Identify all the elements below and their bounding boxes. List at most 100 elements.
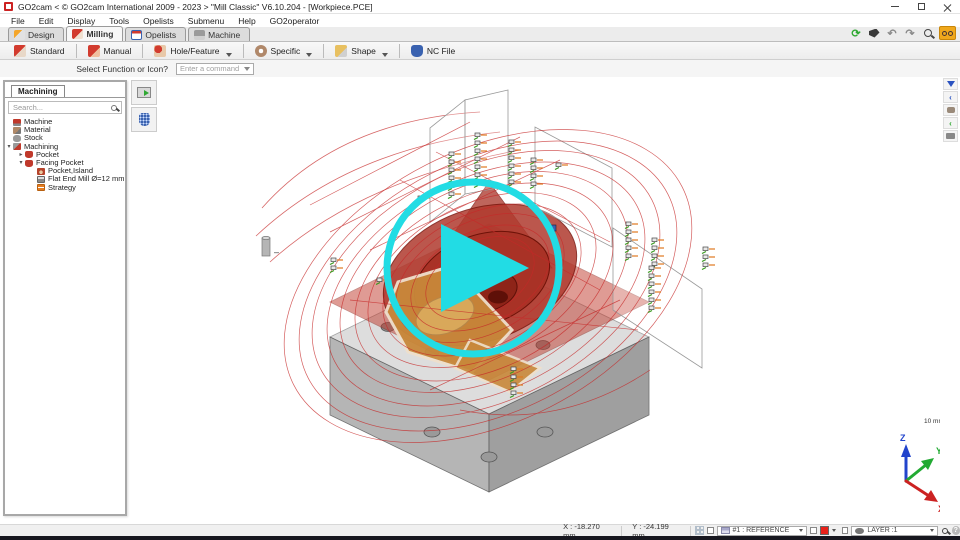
- right-toolbar: ‹ ‹: [943, 78, 958, 142]
- chevron-down-icon: [832, 529, 836, 532]
- menu-bar: File Edit Display Tools Opelists Submenu…: [0, 14, 960, 27]
- maximize-button[interactable]: [908, 0, 934, 13]
- chevron-down-icon: [244, 67, 250, 71]
- command-prompt-label: Select Function or Icon?: [0, 64, 168, 74]
- material-node-icon: [13, 127, 21, 134]
- chevron-down-icon: [306, 53, 312, 57]
- standard-label: Standard: [30, 46, 65, 56]
- nc-file-icon: [411, 45, 423, 57]
- search-input[interactable]: Search...: [8, 101, 122, 114]
- tool-cylinder: [262, 236, 279, 256]
- status-bar: X : -18.270 mm Y : -24.199 mm #1 : REFER…: [0, 524, 960, 536]
- shape-label: Shape: [351, 46, 376, 56]
- axis-x-label: X: [938, 504, 940, 514]
- collapse-green-button[interactable]: ‹: [943, 117, 958, 129]
- tree-item-stock[interactable]: Stock: [5, 134, 125, 142]
- close-button[interactable]: [934, 0, 960, 13]
- minimize-icon: [891, 6, 899, 7]
- viewport-3d[interactable]: 10 mm Z Y X: [127, 77, 940, 524]
- opelists-icon: [131, 30, 142, 40]
- go2cam-window: GO2cam < © GO2cam International 2009 - 2…: [0, 0, 960, 540]
- tool-small-button[interactable]: [943, 104, 958, 116]
- color-swatch[interactable]: [820, 526, 829, 535]
- axis-z-label: Z: [900, 433, 906, 443]
- flat-end-mill-node-icon: [37, 176, 45, 183]
- tree-item-machine[interactable]: Machine: [5, 118, 125, 126]
- specific-button[interactable]: Specific: [245, 43, 323, 59]
- menu-go2operator[interactable]: GO2operator: [263, 14, 327, 27]
- tab-opelists[interactable]: Opelists: [125, 27, 186, 41]
- close-icon: [943, 3, 951, 11]
- machining-panel-tab[interactable]: Machining: [11, 85, 65, 97]
- reference-dropdown[interactable]: #1 : REFERENCE: [717, 526, 808, 536]
- machining-node-icon: [13, 143, 21, 150]
- capture-button[interactable]: [943, 130, 958, 142]
- tab-milling[interactable]: Milling: [66, 26, 123, 41]
- title-bar: GO2cam < © GO2cam International 2009 - 2…: [0, 0, 960, 14]
- tree-item-material[interactable]: Material: [5, 126, 125, 134]
- layer-checkbox[interactable]: [842, 527, 849, 534]
- tab-design[interactable]: Design: [8, 27, 64, 41]
- reference-checkbox[interactable]: [707, 527, 714, 534]
- specific-icon: [255, 45, 267, 57]
- scale-label: 10 mm: [924, 418, 940, 425]
- tree-item-machining[interactable]: ▾ Machining: [5, 143, 125, 151]
- pocket-node-icon: [25, 151, 33, 158]
- chevron-down-icon: [226, 53, 232, 57]
- manual-label: Manual: [104, 46, 132, 56]
- tree-item-strategy[interactable]: Strategy: [5, 184, 125, 192]
- menu-submenu[interactable]: Submenu: [181, 14, 231, 27]
- command-bar: Select Function or Icon? Enter a command: [0, 60, 960, 77]
- chevron-down-icon: [799, 529, 803, 532]
- facing-pocket-node-icon: [25, 160, 33, 167]
- view-toolbar-row1: ⟳ ↶ ↷: [849, 26, 956, 40]
- scale-ruler: 10 mm: [924, 403, 940, 426]
- pocket-island-node-icon: [37, 168, 45, 175]
- simulation-play-button[interactable]: [131, 80, 157, 105]
- reference-icon: [721, 527, 730, 534]
- tab-machine[interactable]: Machine: [188, 27, 250, 41]
- chevron-down-icon: [930, 529, 934, 532]
- tab-machine-label: Machine: [208, 30, 240, 40]
- zoom-icon[interactable]: [921, 27, 935, 40]
- refresh-icon[interactable]: ⟳: [849, 27, 863, 40]
- filter-button[interactable]: [943, 78, 958, 90]
- redo-icon[interactable]: ↷: [903, 27, 917, 40]
- machine-play-icon: [137, 87, 151, 98]
- color-checkbox[interactable]: [810, 527, 817, 534]
- command-placeholder: Enter a command: [180, 64, 239, 73]
- shape-button[interactable]: Shape: [325, 43, 398, 59]
- tool-view-button[interactable]: [131, 107, 157, 132]
- machine-node-icon: [13, 119, 21, 126]
- snap-grid-icon[interactable]: [695, 526, 703, 535]
- nc-file-button[interactable]: NC File: [401, 43, 465, 59]
- hole-feature-label: Hole/Feature: [170, 46, 219, 56]
- specific-label: Specific: [271, 46, 301, 56]
- go2view-glasses-icon[interactable]: [939, 26, 956, 40]
- menu-help[interactable]: Help: [231, 14, 262, 27]
- shape-icon: [335, 45, 347, 57]
- machining-panel: Machining Search... Machine Material Sto…: [3, 80, 127, 516]
- undo-icon[interactable]: ↶: [885, 27, 899, 40]
- menu-opelists[interactable]: Opelists: [136, 14, 181, 27]
- manual-icon: [88, 45, 100, 57]
- filter-icon: [947, 81, 955, 87]
- ribbon-tab-row: Design Milling Opelists Machine: [0, 27, 960, 42]
- design-icon: [14, 30, 25, 40]
- standard-icon: [14, 45, 26, 57]
- standard-button[interactable]: Standard: [4, 43, 75, 59]
- stock-node-icon: [13, 135, 21, 142]
- tool-small-icon: [947, 107, 955, 113]
- command-combobox[interactable]: Enter a command: [176, 63, 254, 75]
- layer-dropdown[interactable]: LAYER :1: [851, 526, 938, 536]
- menu-edit[interactable]: Edit: [32, 14, 61, 27]
- tool-probe-icon[interactable]: [867, 27, 881, 40]
- hole-feature-button[interactable]: Hole/Feature: [144, 43, 241, 59]
- menu-file[interactable]: File: [4, 14, 32, 27]
- tab-opelists-label: Opelists: [145, 30, 176, 40]
- collapse-blue-button[interactable]: ‹: [943, 91, 958, 103]
- axis-triad: Z Y X: [900, 433, 940, 514]
- minimize-button[interactable]: [882, 0, 908, 13]
- help-icon[interactable]: ?: [952, 526, 960, 535]
- manual-button[interactable]: Manual: [78, 43, 142, 59]
